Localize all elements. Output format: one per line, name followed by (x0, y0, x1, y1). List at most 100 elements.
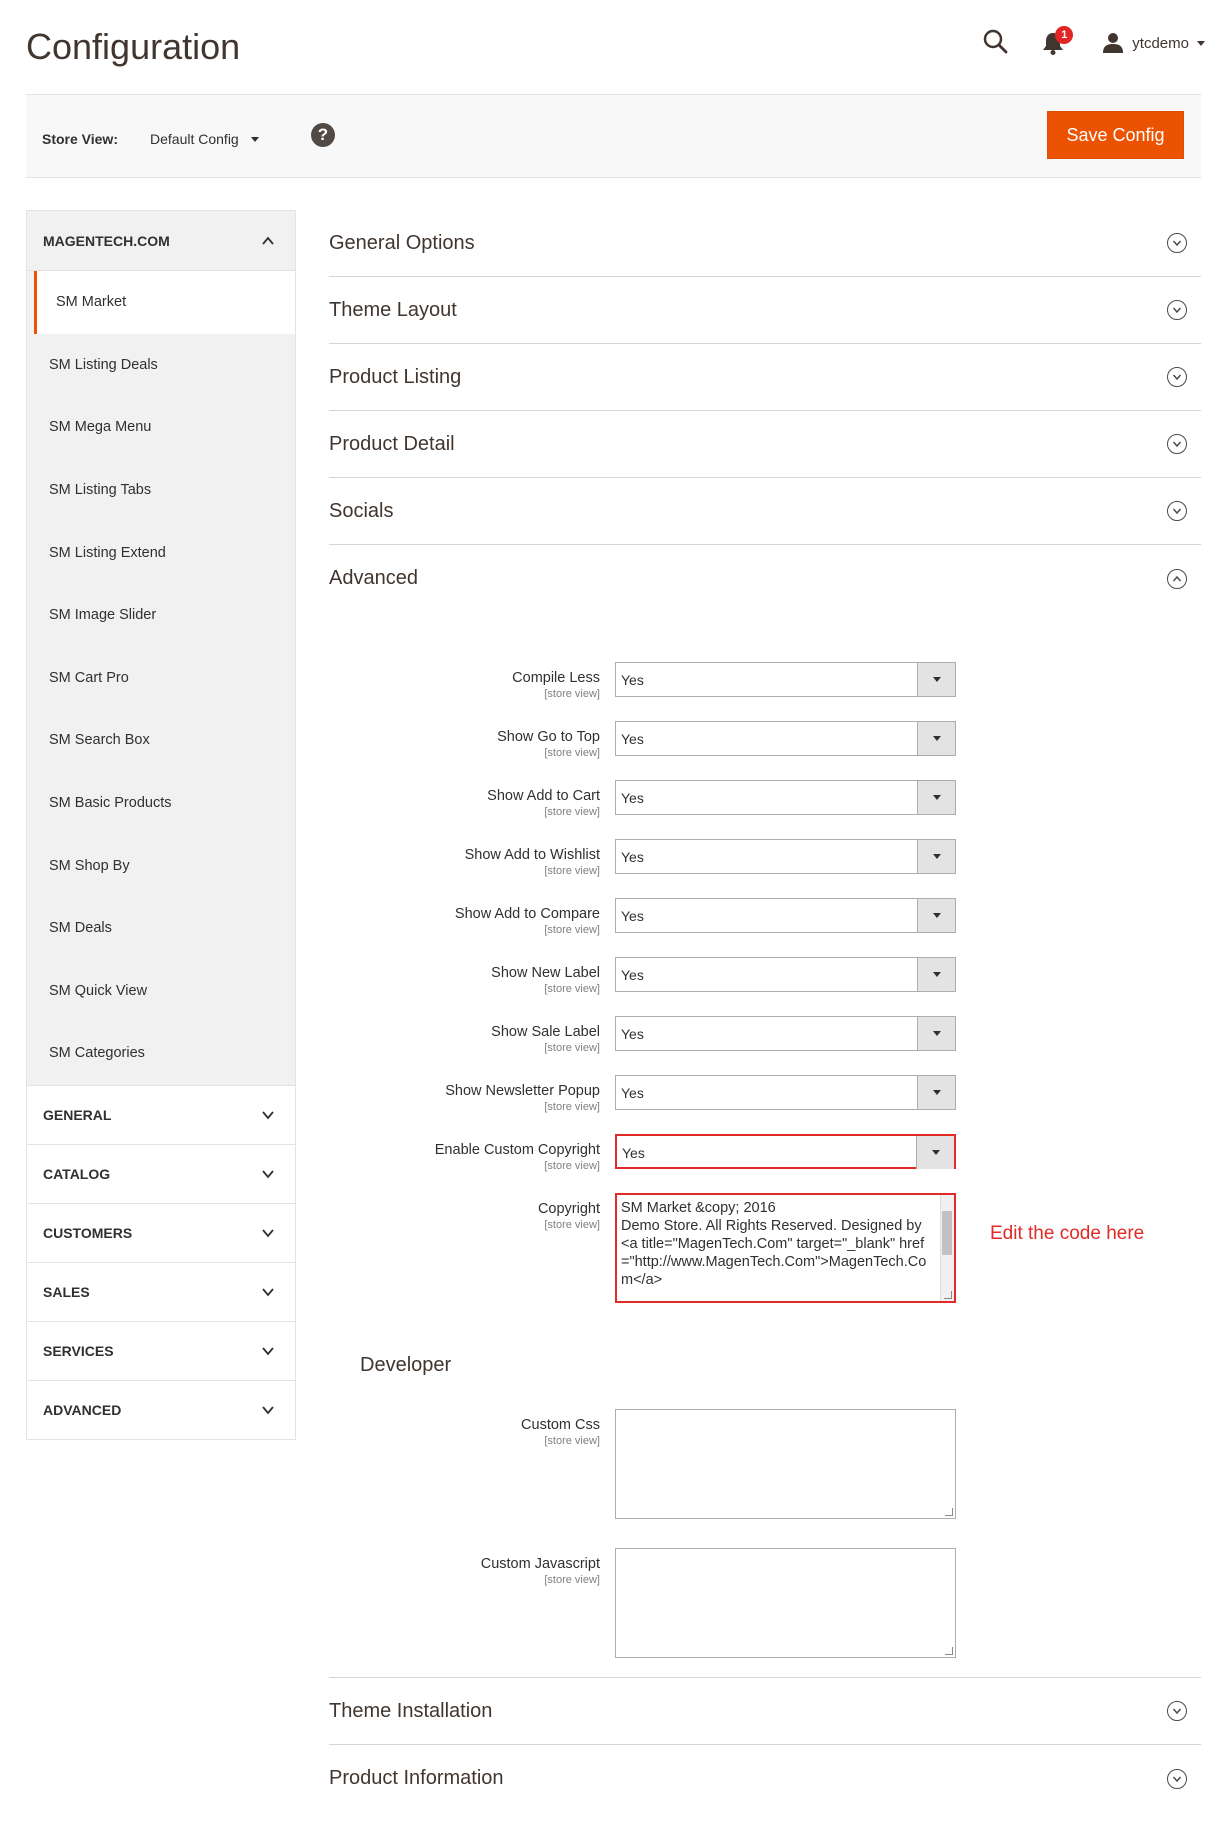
store-view-label: Store View: (42, 131, 118, 147)
notifications-button[interactable]: 1 (1042, 26, 1074, 58)
sidebar-item-sm-listing-tabs[interactable]: SM Listing Tabs (27, 459, 295, 522)
collapse-icon (1167, 568, 1187, 589)
section-theme-installation[interactable]: Theme Installation (329, 1678, 1201, 1745)
chevron-down-icon (262, 1170, 274, 1179)
sidebar-item-sm-basic-products[interactable]: SM Basic Products (27, 772, 295, 835)
search-button[interactable] (982, 28, 1012, 58)
sidebar-item-sm-mega-menu[interactable]: SM Mega Menu (27, 396, 295, 459)
select-value: Yes (621, 967, 644, 983)
sidebar-item-sm-image-slider[interactable]: SM Image Slider (27, 584, 295, 647)
chevron-down-icon (917, 958, 955, 991)
advanced-form: Compile Less [store view] Yes Show Go to… (329, 612, 1201, 1677)
chevron-down-icon (917, 1017, 955, 1050)
store-view-switcher[interactable]: Default Config (150, 131, 259, 147)
chevron-down-icon (1197, 40, 1205, 46)
select-value: Yes (621, 731, 644, 747)
sidebar-section-general[interactable]: GENERAL (27, 1084, 295, 1144)
sidebar-item-sm-listing-extend[interactable]: SM Listing Extend (27, 521, 295, 584)
section-product-listing[interactable]: Product Listing (329, 344, 1201, 411)
show-add-to-wishlist-select[interactable]: Yes (615, 839, 956, 874)
chevron-down-icon (917, 722, 955, 755)
sidebar-item-sm-market[interactable]: SM Market (34, 271, 295, 334)
custom-css-textarea[interactable] (615, 1409, 956, 1519)
sidebar-item-sm-cart-pro[interactable]: SM Cart Pro (27, 647, 295, 710)
select-value: Yes (621, 672, 644, 688)
help-icon[interactable]: ? (311, 123, 335, 147)
sidebar-section-label: SERVICES (43, 1342, 114, 1359)
user-menu[interactable]: ytcdemo (1102, 32, 1205, 54)
section-general-options[interactable]: General Options (329, 210, 1201, 277)
select-value: Yes (621, 1026, 644, 1042)
expand-icon (1167, 501, 1187, 521)
annotation-edit-code: Edit the code here (990, 1223, 1145, 1244)
chevron-down-icon (262, 1111, 274, 1120)
show-newsletter-popup-select[interactable]: Yes (615, 1075, 956, 1110)
compile-less-select[interactable]: Yes (615, 662, 956, 697)
expand-icon (1167, 1768, 1187, 1789)
show-add-to-cart-select[interactable]: Yes (615, 780, 956, 815)
show-go-to-top-select[interactable]: Yes (615, 721, 956, 756)
resize-handle-icon[interactable] (944, 1291, 952, 1299)
section-title: Product Information (329, 1767, 504, 1789)
resize-handle-icon[interactable] (945, 1508, 953, 1516)
search-icon (984, 29, 1008, 54)
sidebar-item-sm-deals[interactable]: SM Deals (27, 897, 295, 960)
show-new-label-select[interactable]: Yes (615, 957, 956, 992)
store-view-bar: Store View: Default Config ? Save Config (26, 94, 1201, 178)
sidebar-section-label: CUSTOMERS (43, 1224, 133, 1241)
section-title: Theme Installation (329, 1699, 493, 1722)
sidebar-section-label: SALES (43, 1283, 90, 1300)
copyright-textarea[interactable]: SM Market &copy; 2016 Demo Store. All Ri… (615, 1193, 956, 1303)
section-title: Product Listing (329, 365, 462, 388)
field-label: Custom Css (521, 1417, 600, 1433)
sidebar-section-catalog[interactable]: CATALOG (27, 1143, 295, 1203)
expand-icon (1167, 233, 1187, 253)
section-socials[interactable]: Socials (329, 478, 1201, 545)
chevron-down-icon (262, 1347, 274, 1356)
enable-custom-copyright-select[interactable]: Yes (615, 1134, 956, 1169)
custom-javascript-textarea[interactable] (615, 1548, 956, 1658)
sidebar-section-customers[interactable]: CUSTOMERS (27, 1202, 295, 1262)
section-product-information[interactable]: Product Information (329, 1745, 1201, 1812)
field-label: Custom Javascript (480, 1556, 600, 1572)
store-view-selected: Default Config (150, 131, 239, 147)
chevron-down-icon (917, 781, 955, 814)
select-value: Yes (621, 790, 644, 806)
resize-handle-icon[interactable] (945, 1647, 953, 1655)
field-scope: [store view] (544, 1042, 600, 1054)
chevron-down-icon (262, 1406, 274, 1415)
expand-icon (1167, 300, 1187, 320)
config-main: General Options Theme Layout Product Lis… (329, 210, 1201, 1812)
section-product-detail[interactable]: Product Detail (329, 411, 1201, 478)
expand-icon (1167, 367, 1187, 387)
show-sale-label-select[interactable]: Yes (615, 1016, 956, 1051)
field-scope: [store view] (544, 1574, 600, 1586)
header-actions: 1 ytcdemo (982, 26, 1205, 58)
save-config-button[interactable]: Save Config (1047, 111, 1184, 159)
sidebar-item-sm-search-box[interactable]: SM Search Box (27, 709, 295, 772)
field-scope: [store view] (544, 983, 600, 995)
section-theme-layout[interactable]: Theme Layout (329, 277, 1201, 344)
chevron-down-icon (917, 1076, 955, 1109)
chevron-down-icon (916, 1136, 954, 1169)
field-label: Enable Custom Copyright (434, 1142, 600, 1158)
sidebar-items: SM Market SM Listing Deals SM Mega Menu … (27, 271, 295, 1085)
sidebar-item-sm-shop-by[interactable]: SM Shop By (27, 834, 295, 897)
sidebar-item-sm-categories[interactable]: SM Categories (27, 1022, 295, 1085)
sidebar-group-title: MAGENTECH.COM (43, 232, 170, 249)
sidebar-group-magentech[interactable]: MAGENTECH.COM (27, 211, 295, 271)
page-title: Configuration (26, 26, 241, 67)
field-scope: [store view] (544, 806, 600, 818)
sidebar-item-sm-listing-deals[interactable]: SM Listing Deals (27, 334, 295, 397)
field-scope: [store view] (544, 865, 600, 877)
field-scope: [store view] (544, 1219, 600, 1231)
sidebar-section-sales[interactable]: SALES (27, 1261, 295, 1321)
sidebar-section-label: GENERAL (43, 1106, 112, 1123)
user-icon (1103, 33, 1124, 53)
sidebar-section-services[interactable]: SERVICES (27, 1320, 295, 1380)
textarea-scrollbar[interactable] (940, 1195, 954, 1301)
sidebar-section-advanced[interactable]: ADVANCED (27, 1379, 295, 1439)
sidebar-item-sm-quick-view[interactable]: SM Quick View (27, 960, 295, 1023)
section-advanced[interactable]: Advanced (329, 545, 1201, 612)
show-add-to-compare-select[interactable]: Yes (615, 898, 956, 933)
